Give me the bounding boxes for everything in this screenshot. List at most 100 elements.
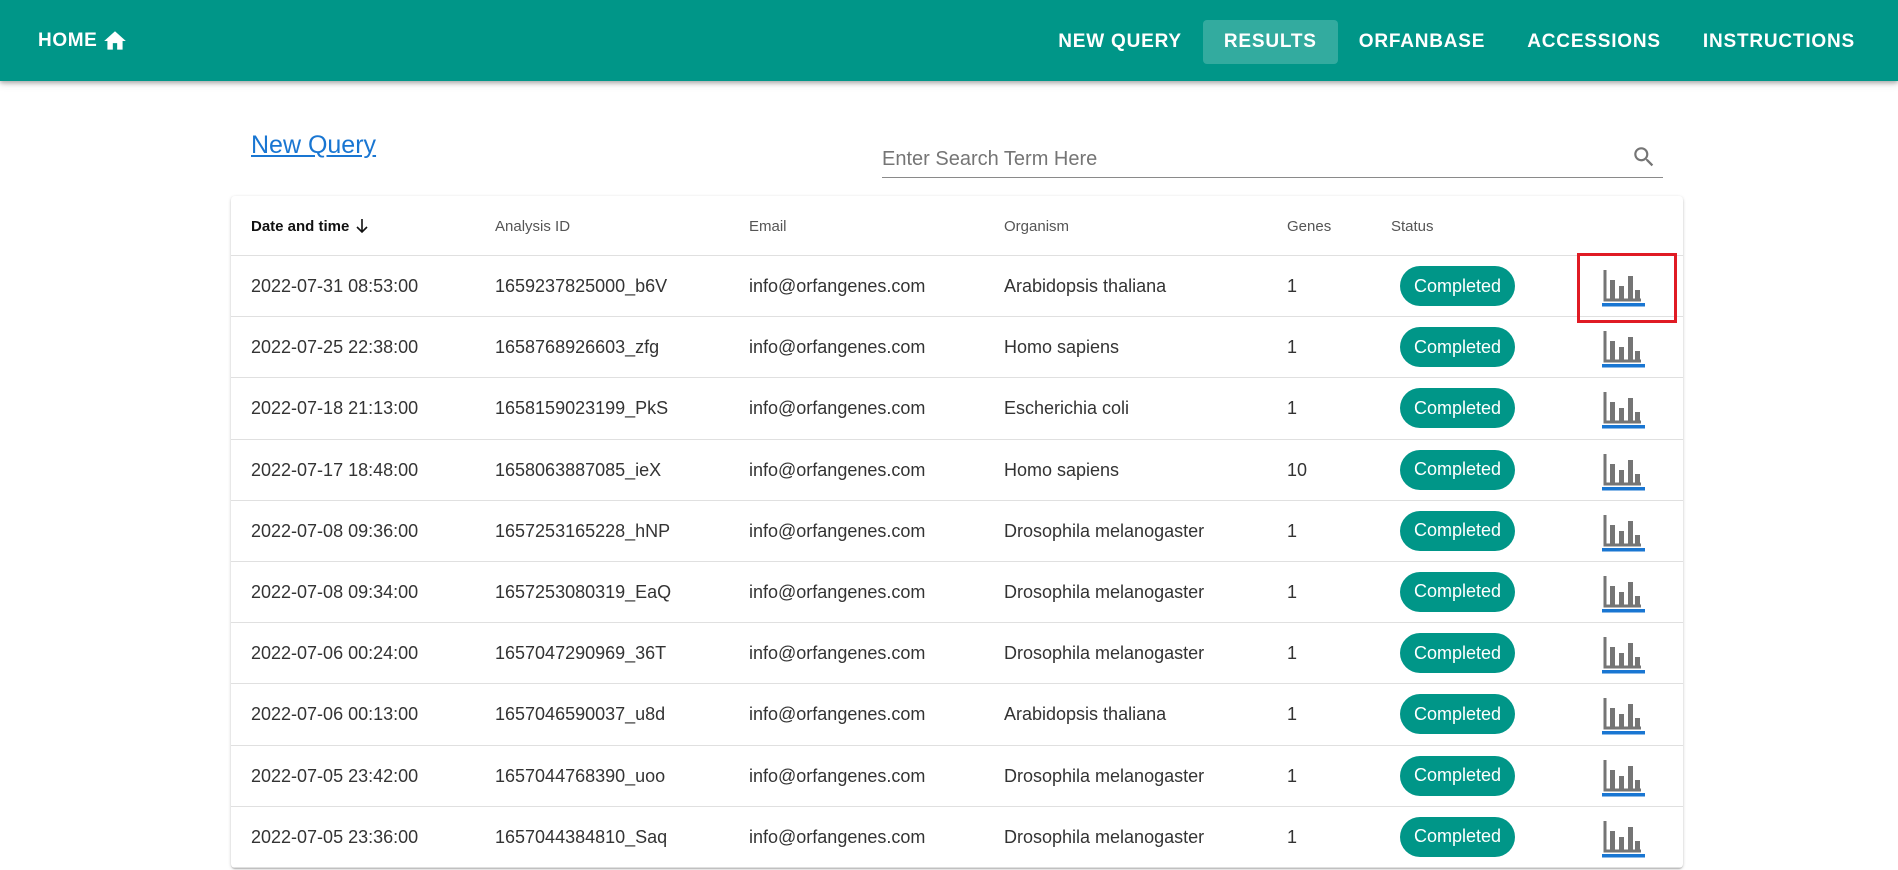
table-header: Date and time Analysis ID Email Organism… (231, 196, 1683, 256)
cell-date: 2022-07-08 09:36:00 (251, 520, 419, 541)
bar-chart-icon[interactable] (1599, 327, 1647, 369)
cell-organism: Drosophila melanogaster (1004, 765, 1205, 786)
cell-genes: 1 (1287, 826, 1298, 847)
cell-organism: Arabidopsis thaliana (1004, 276, 1167, 296)
cell-genes: 10 (1287, 459, 1308, 480)
cell-email: info@orfangenes.com (749, 826, 926, 847)
table-row[interactable]: 2022-07-25 22:38:00 1658768926603_zfg in… (231, 317, 1683, 379)
column-header-organism[interactable]: Organism (1004, 196, 1069, 256)
cell-genes: 1 (1287, 398, 1298, 419)
status-badge: Completed (1400, 449, 1515, 490)
cell-date: 2022-07-06 00:24:00 (251, 643, 419, 664)
cell-organism: Drosophila melanogaster (1004, 643, 1205, 664)
search-field (882, 138, 1663, 178)
cell-genes: 1 (1287, 337, 1298, 358)
table-row[interactable]: 2022-07-08 09:34:00 1657253080319_EaQ in… (231, 562, 1683, 624)
status-badge: Completed (1400, 266, 1515, 306)
cell-email: info@orfangenes.com (749, 765, 926, 786)
column-header-genes[interactable]: Genes (1287, 196, 1331, 256)
cell-date: 2022-07-18 21:13:00 (251, 398, 419, 419)
cell-genes: 1 (1287, 581, 1298, 602)
cell-analysis-id: 1657253080319_EaQ (495, 581, 672, 602)
cell-analysis-id: 1657044768390_uoo (495, 765, 666, 786)
cell-date: 2022-07-31 08:53:00 (251, 276, 419, 296)
cell-email: info@orfangenes.com (749, 398, 926, 419)
bar-chart-icon[interactable] (1599, 633, 1647, 675)
nav-results[interactable]: RESULTS (1202, 20, 1338, 64)
column-header-status[interactable]: Status (1391, 196, 1434, 256)
status-badge: Completed (1400, 510, 1515, 551)
search-icon[interactable] (1631, 144, 1657, 170)
column-header-analysis-id[interactable]: Analysis ID (495, 196, 570, 256)
cell-organism: Arabidopsis thaliana (1004, 704, 1167, 725)
column-header-email[interactable]: Email (749, 196, 787, 256)
search-input[interactable] (882, 144, 1602, 174)
cell-genes: 1 (1287, 276, 1298, 296)
table-row[interactable]: 2022-07-31 08:53:00 1659237825000_b6V in… (231, 253, 1683, 323)
bar-chart-icon[interactable] (1599, 694, 1647, 736)
bar-chart-icon[interactable] (1599, 511, 1647, 553)
top-app-bar: HOME NEW QUERY RESULTS ORFANBASE ACCESSI… (0, 0, 1898, 81)
results-table: Date and time Analysis ID Email Organism… (231, 196, 1683, 868)
cell-analysis-id: 1657046590037_u8d (495, 704, 666, 725)
arrow-down-icon (356, 219, 368, 234)
status-badge: Completed (1400, 388, 1515, 429)
column-header-date-label: Date and time (251, 217, 350, 235)
cell-analysis-id: 1657047290969_36T (495, 643, 667, 664)
bar-chart-icon[interactable] (1599, 756, 1647, 798)
cell-date: 2022-07-06 00:13:00 (251, 704, 419, 725)
cell-email: info@orfangenes.com (749, 276, 926, 296)
cell-analysis-id: 1659237825000_b6V (495, 276, 668, 296)
bar-chart-icon[interactable] (1599, 572, 1647, 614)
cell-email: info@orfangenes.com (749, 704, 926, 725)
bar-chart-icon[interactable] (1599, 817, 1647, 859)
home-label: HOME (38, 30, 98, 51)
table-row[interactable]: 2022-07-05 23:36:00 1657044384810_Saq in… (231, 807, 1683, 868)
cell-date: 2022-07-05 23:42:00 (251, 765, 419, 786)
table-body: 2022-07-31 08:53:00 1659237825000_b6V in… (231, 253, 1683, 868)
table-row[interactable]: 2022-07-17 18:48:00 1658063887085_ieX in… (231, 440, 1683, 501)
cell-genes: 1 (1287, 765, 1298, 786)
cell-analysis-id: 1658768926603_zfg (495, 337, 660, 358)
cell-analysis-id: 1658063887085_ieX (495, 459, 662, 480)
cell-date: 2022-07-17 18:48:00 (251, 459, 419, 480)
table-row[interactable]: 2022-07-05 23:42:00 1657044768390_uoo in… (231, 746, 1683, 807)
nav-instructions[interactable]: INSTRUCTIONS (1682, 20, 1876, 64)
cell-email: info@orfangenes.com (749, 520, 926, 541)
home-icon (104, 31, 127, 50)
cell-date: 2022-07-08 09:34:00 (251, 581, 419, 602)
cell-date: 2022-07-25 22:38:00 (251, 337, 419, 358)
status-badge: Completed (1400, 816, 1515, 857)
status-badge: Completed (1400, 571, 1515, 612)
home-link[interactable]: HOME (38, 28, 129, 54)
main-nav: NEW QUERY RESULTS ORFANBASE ACCESSIONS I… (1037, 20, 1876, 64)
bar-chart-icon[interactable] (1599, 266, 1647, 308)
cell-analysis-id: 1657044384810_Saq (495, 826, 668, 847)
cell-email: info@orfangenes.com (749, 337, 926, 358)
nav-accessions[interactable]: ACCESSIONS (1506, 20, 1682, 64)
table-row[interactable]: 2022-07-06 00:24:00 1657047290969_36T in… (231, 623, 1683, 685)
status-badge: Completed (1400, 755, 1515, 796)
bar-chart-icon[interactable] (1599, 450, 1647, 492)
cell-organism: Drosophila melanogaster (1004, 581, 1205, 602)
cell-analysis-id: 1657253165228_hNP (495, 520, 671, 541)
cell-genes: 1 (1287, 704, 1298, 725)
cell-email: info@orfangenes.com (749, 643, 926, 664)
table-row[interactable]: 2022-07-06 00:13:00 1657046590037_u8d in… (231, 684, 1683, 746)
cell-organism: Drosophila melanogaster (1004, 520, 1205, 541)
nav-new-query[interactable]: NEW QUERY (1037, 20, 1203, 64)
cell-organism: Homo sapiens (1004, 337, 1120, 358)
cell-analysis-id: 1658159023199_PkS (495, 398, 669, 419)
new-query-link[interactable]: New Query (251, 131, 376, 160)
table-row[interactable]: 2022-07-18 21:13:00 1658159023199_PkS in… (231, 378, 1683, 440)
status-badge: Completed (1400, 327, 1515, 368)
bar-chart-icon[interactable] (1599, 388, 1647, 430)
cell-email: info@orfangenes.com (749, 459, 926, 480)
cell-genes: 1 (1287, 643, 1298, 664)
nav-orfanbase[interactable]: ORFANBASE (1338, 20, 1507, 64)
cell-organism: Drosophila melanogaster (1004, 826, 1205, 847)
column-header-date[interactable]: Date and time (251, 196, 369, 256)
cell-genes: 1 (1287, 520, 1298, 541)
cell-organism: Escherichia coli (1004, 398, 1130, 419)
table-row[interactable]: 2022-07-08 09:36:00 1657253165228_hNP in… (231, 501, 1683, 562)
